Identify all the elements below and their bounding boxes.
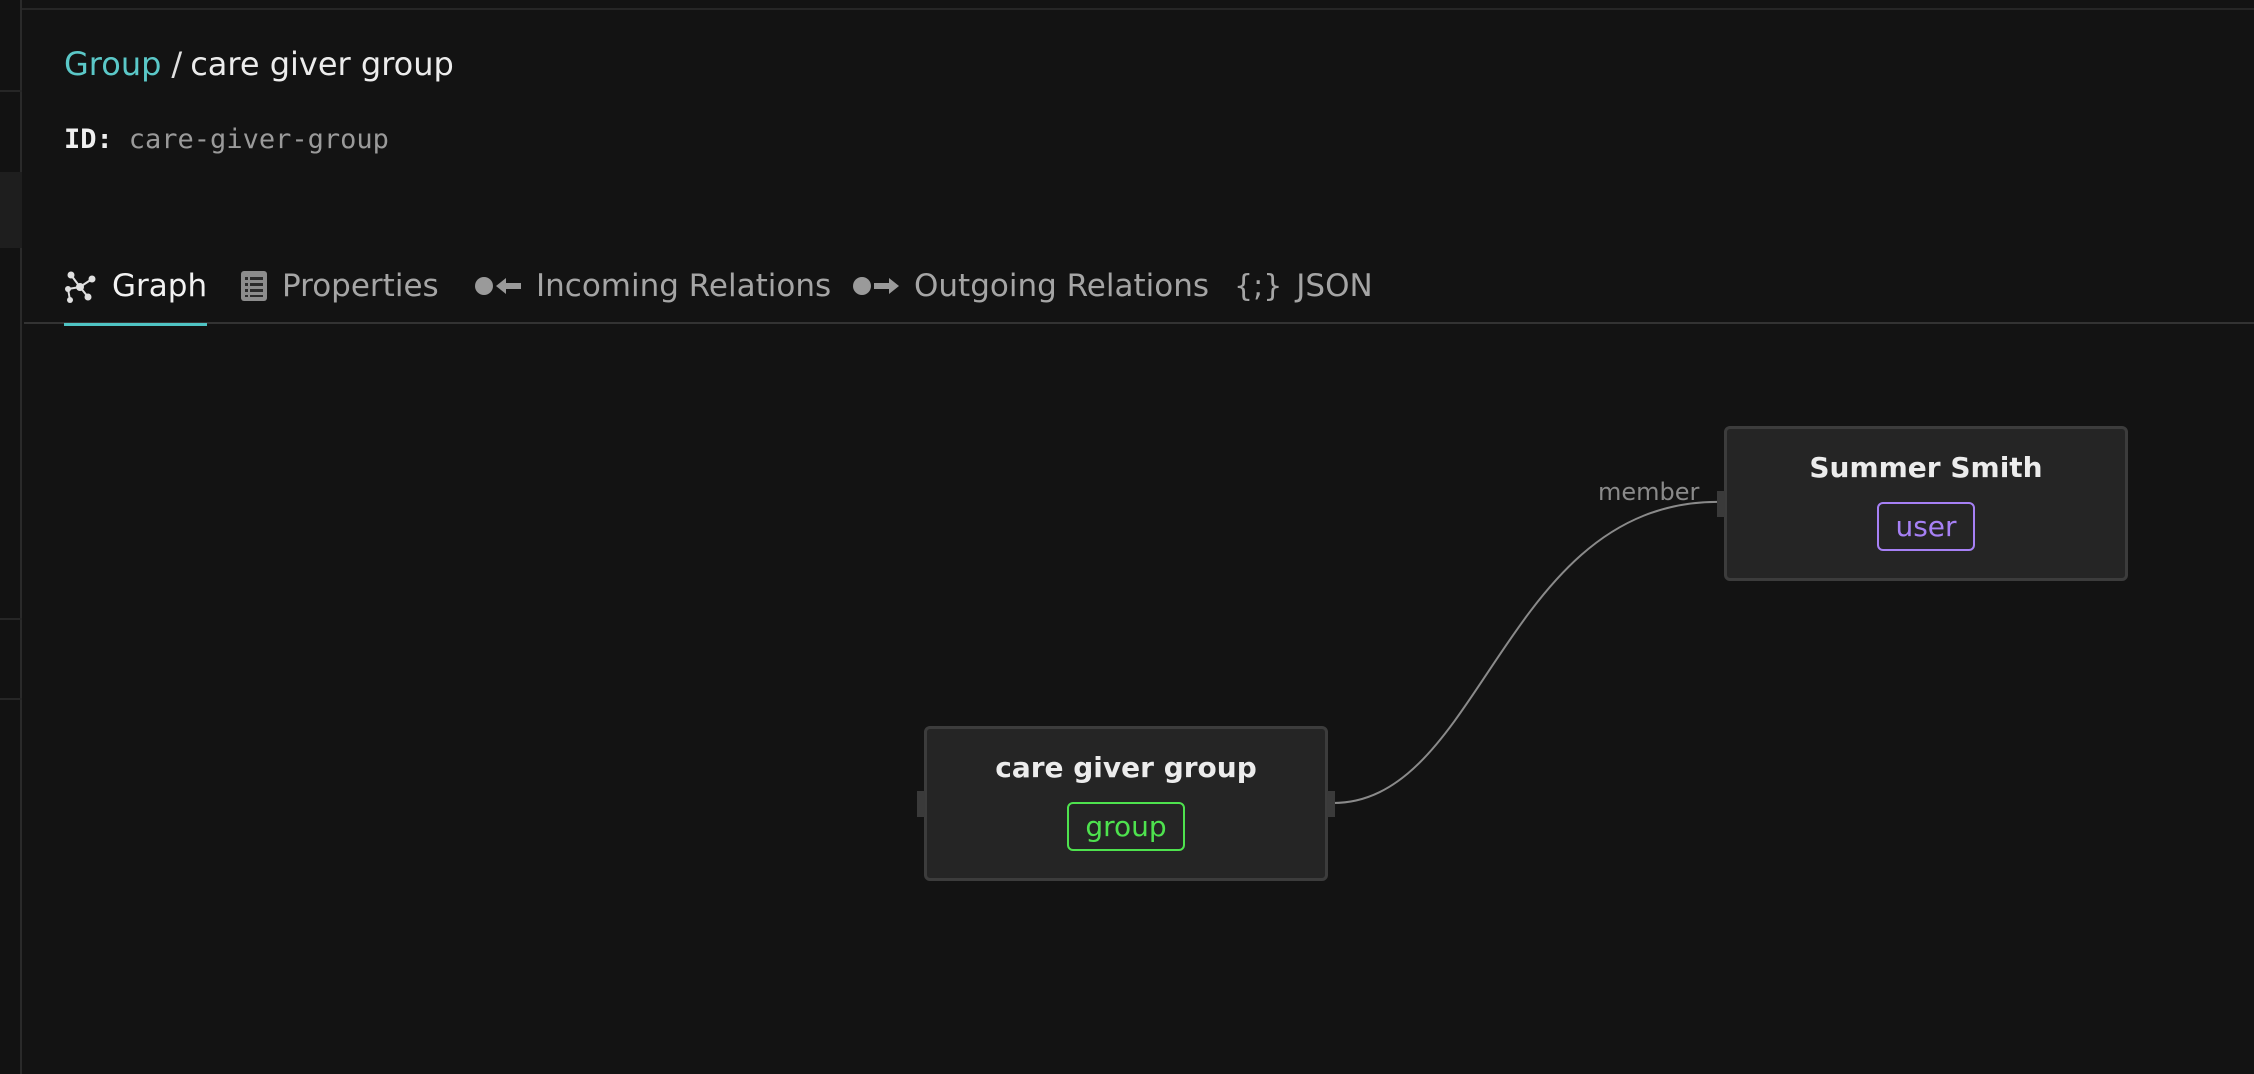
node-handle-left[interactable] <box>917 791 925 817</box>
tab-properties[interactable]: Properties <box>240 248 439 324</box>
node-title: care giver group <box>995 751 1257 784</box>
tab-outgoing-relations-label: Outgoing Relations <box>914 268 1209 304</box>
tab-outgoing-relations[interactable]: Outgoing Relations <box>852 248 1209 324</box>
edge-member <box>1332 500 1725 804</box>
node-title: Summer Smith <box>1809 451 2043 484</box>
rail-divider <box>0 698 22 700</box>
id-label: ID: <box>64 124 113 155</box>
tab-graph[interactable]: Graph <box>64 248 208 326</box>
top-divider <box>0 8 2254 10</box>
tab-incoming-relations[interactable]: Incoming Relations <box>474 248 831 324</box>
graph-node-user[interactable]: Summer Smith user <box>1717 426 2128 581</box>
node-type-badge: group <box>1067 802 1185 851</box>
tab-json-label: JSON <box>1296 268 1373 304</box>
edge-label: member <box>1598 478 1700 506</box>
node-handle-left[interactable] <box>1717 491 1725 517</box>
graph-node-group[interactable]: care giver group group <box>917 726 1335 881</box>
graph-canvas[interactable]: member care giver group group Summer Smi… <box>24 326 2254 1074</box>
tab-bar: Graph Properties Incoming Relations Outg… <box>24 248 2254 326</box>
breadcrumb: Group / care giver group <box>64 42 454 86</box>
breadcrumb-current: care giver group <box>190 45 454 83</box>
node-handle-right[interactable] <box>1327 791 1335 817</box>
rail-divider <box>0 90 22 92</box>
outgoing-relations-icon <box>852 273 900 299</box>
breadcrumb-separator: / <box>171 45 183 83</box>
tab-properties-label: Properties <box>282 268 439 304</box>
rail-divider <box>0 618 22 620</box>
tab-json[interactable]: {;} JSON <box>1234 248 1373 324</box>
incoming-relations-icon <box>474 273 522 299</box>
rail-active-item[interactable] <box>0 172 22 248</box>
left-sidebar-rail <box>0 0 22 1074</box>
entity-detail-page: Group / care giver group ID: care-giver-gro… <box>0 0 2254 1074</box>
json-icon: {;} <box>1234 268 1283 304</box>
breadcrumb-parent-link[interactable]: Group <box>64 45 161 83</box>
id-value: care-giver-group <box>128 124 389 155</box>
entity-id-row: ID: care-giver-group <box>64 122 389 158</box>
tab-incoming-relations-label: Incoming Relations <box>536 268 832 304</box>
graph-icon <box>64 269 98 303</box>
properties-icon <box>240 270 268 302</box>
tab-graph-label: Graph <box>112 268 208 304</box>
node-type-badge: user <box>1877 502 1975 551</box>
